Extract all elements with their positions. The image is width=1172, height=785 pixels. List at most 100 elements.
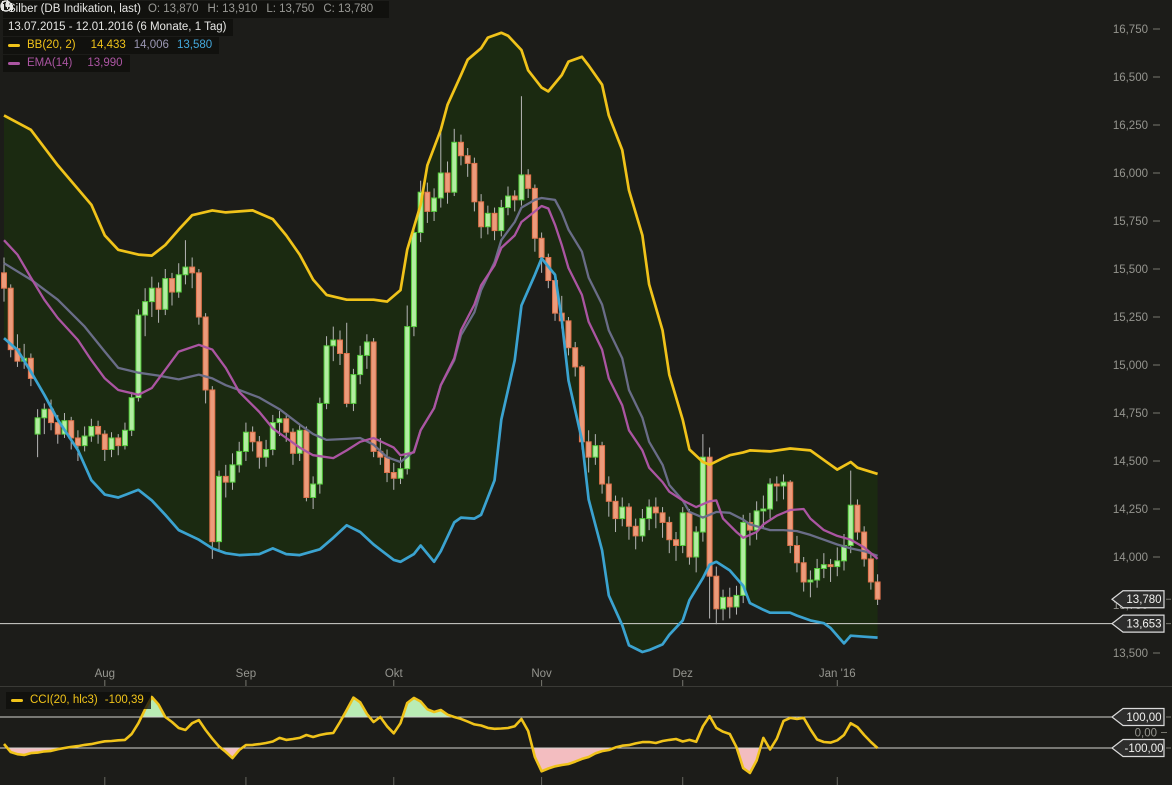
candle-down xyxy=(512,196,517,200)
cci-legend: CCI(20, hlc3) -100,39 xyxy=(3,691,151,710)
candle-up xyxy=(237,451,242,464)
indicator-value: 13,990 xyxy=(87,57,122,69)
cci-month-tick xyxy=(393,777,394,785)
cci-upper-tag-tick xyxy=(1166,717,1171,718)
bb-indicator-name: BB(20, 2) xyxy=(27,38,76,53)
candle-up xyxy=(230,465,235,482)
candle-down xyxy=(257,442,262,457)
candle-down xyxy=(338,340,343,353)
candle-up xyxy=(35,418,40,434)
ohlc-pair: O: 13,870 xyxy=(148,3,199,15)
candle-up xyxy=(506,196,511,208)
candle-up xyxy=(176,275,181,292)
bb-legend: BB(20, 2) 14,43314,00613,580 xyxy=(3,37,219,54)
prev-close-tag-text: 13,653 xyxy=(1126,619,1161,631)
candle-up xyxy=(432,198,437,211)
candle-down xyxy=(465,156,470,164)
period-readout: 13.07.2015 - 12.01.2016 (6 Monate, 1 Tag… xyxy=(8,20,226,35)
candle-down xyxy=(600,446,605,484)
candle-down xyxy=(102,434,107,449)
cci-zero-tick xyxy=(1161,732,1167,733)
cci-zero-label: 0,00 xyxy=(1135,728,1157,740)
candle-up xyxy=(761,509,766,511)
price-axis-label: 14,250 xyxy=(1113,504,1148,516)
candle-down xyxy=(626,507,631,526)
ema-indicator-name: EMA(14) xyxy=(27,56,72,71)
bb-indicator-values: 14,43314,00613,580 xyxy=(83,38,213,53)
candle-down xyxy=(667,522,672,539)
price-axis-label: 15,250 xyxy=(1113,312,1148,324)
ema-legend: EMA(14) 13,990 xyxy=(3,55,130,72)
chart-legend: Silber (DB Indikation, last) O: 13,870H:… xyxy=(0,0,389,73)
price-axis-tick xyxy=(1153,77,1160,78)
price-axis-label: 14,000 xyxy=(1113,552,1148,564)
month-tick xyxy=(837,680,838,686)
candle-down xyxy=(660,513,665,523)
candle-up xyxy=(129,398,134,431)
candle-up xyxy=(452,142,457,192)
period-row: 13.07.2015 - 12.01.2016 (6 Monate, 1 Tag… xyxy=(3,19,233,36)
candle-down xyxy=(2,273,7,288)
prev-close-tag-tick xyxy=(1166,623,1171,624)
cci-lower-tag-tick xyxy=(1166,748,1171,749)
chart-canvas[interactable]: AugSepOktNovDezJan '1616,75016,50016,250… xyxy=(0,0,1172,785)
candle-down xyxy=(472,163,477,201)
candle-up xyxy=(277,419,282,423)
candle-down xyxy=(75,438,80,446)
candle-up xyxy=(721,597,726,609)
candle-up xyxy=(358,355,363,374)
candle-up xyxy=(122,430,127,445)
price-axis-tick xyxy=(1153,317,1160,318)
price-axis-label: 15,500 xyxy=(1113,264,1148,276)
month-tick xyxy=(682,680,683,686)
candle-down xyxy=(566,321,571,348)
month-tick xyxy=(541,680,542,686)
price-axis-tick xyxy=(1153,557,1160,558)
candle-up xyxy=(485,213,490,226)
candle-up xyxy=(734,595,739,607)
candle-down xyxy=(653,507,658,513)
candle-down xyxy=(8,288,13,349)
candle-up xyxy=(808,580,813,582)
ema-dash-icon xyxy=(8,62,20,65)
price-axis-label: 16,750 xyxy=(1113,24,1148,36)
indicator-value: 14,433 xyxy=(91,39,126,51)
price-axis-tick xyxy=(1153,173,1160,174)
candle-down xyxy=(539,238,544,257)
candle-down xyxy=(371,342,376,451)
candle-down xyxy=(586,442,591,457)
cci-month-tick xyxy=(245,777,246,785)
candle-down xyxy=(687,513,692,557)
candle-up xyxy=(351,375,356,404)
ohlc-pair: H: 13,910 xyxy=(207,3,257,15)
candle-up xyxy=(324,346,329,404)
candle-down xyxy=(156,288,161,309)
candle-up xyxy=(821,565,826,569)
candle-up xyxy=(411,233,416,327)
candle-up xyxy=(647,507,652,519)
month-tick xyxy=(393,680,394,686)
last-price-tag: 13,780 xyxy=(1112,591,1171,608)
month-label: Nov xyxy=(531,668,552,680)
cci-month-tick xyxy=(541,777,542,785)
month-label: Dez xyxy=(672,668,693,680)
candle-down xyxy=(801,563,806,582)
price-axis-tick xyxy=(1153,269,1160,270)
month-tick xyxy=(104,680,105,686)
candle-up xyxy=(835,561,840,567)
price-axis-tick xyxy=(1153,461,1160,462)
price-axis-label: 16,500 xyxy=(1113,72,1148,84)
month-tick xyxy=(245,680,246,686)
price-axis-label: 16,000 xyxy=(1113,168,1148,180)
price-axis-tick xyxy=(1153,653,1160,654)
cci-month-tick xyxy=(837,777,838,785)
candle-up xyxy=(243,432,248,451)
candle-down xyxy=(788,482,793,545)
candle-up xyxy=(640,519,645,536)
candle-down xyxy=(116,438,121,446)
candle-up xyxy=(331,340,336,346)
last-price-tag-text: 13,780 xyxy=(1126,594,1161,606)
candle-down xyxy=(674,540,679,546)
candle-down xyxy=(425,192,430,211)
candle-up xyxy=(264,449,269,457)
